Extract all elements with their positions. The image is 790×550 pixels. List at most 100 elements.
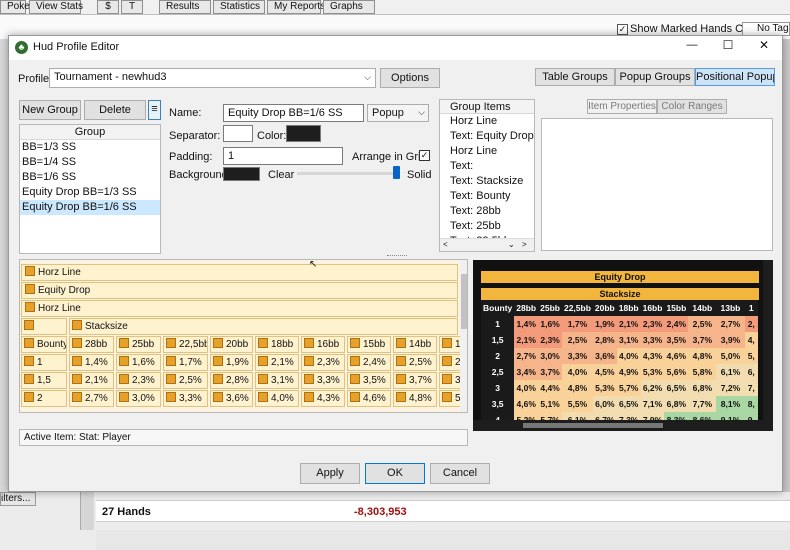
type-select[interactable]: Popup ⌵ [367, 104, 429, 122]
group-item[interactable]: Text: 28bb [440, 204, 534, 219]
tab-item-properties[interactable]: Item Properties [587, 99, 657, 114]
grid-value-cell[interactable]: 1,4% [69, 354, 114, 371]
grid-value-cell[interactable]: 2,8% [210, 372, 253, 389]
splitter-handle[interactable] [387, 255, 407, 257]
scroll-left-icon[interactable]: < [443, 240, 448, 249]
group-list-item[interactable]: BB=1/4 SS [20, 155, 160, 170]
grid-value-cell[interactable]: 4,6% [347, 390, 391, 407]
group-item[interactable]: Text: Stacksize [440, 174, 534, 189]
grid-header-cell[interactable]: Bounty [21, 336, 67, 353]
group-list-item[interactable]: Equity Drop BB=1/3 SS [20, 185, 160, 200]
grid-row-horz-line[interactable]: Horz Line [21, 264, 458, 281]
grid-value-cell[interactable]: 2,1% [69, 372, 114, 389]
grid-value-cell[interactable]: 2,3% [301, 354, 345, 371]
grid-value-cell[interactable]: 1,7% [163, 354, 208, 371]
grid-value-cell[interactable]: 3,1% [255, 372, 299, 389]
preview-hscroll-thumb[interactable] [523, 423, 663, 428]
grid-value-cell[interactable]: 2,5% [163, 372, 208, 389]
tab-statistics[interactable]: Statistics [213, 0, 265, 14]
no-tags-filter[interactable]: No Tags [742, 22, 790, 36]
group-item[interactable]: Text: Bounty [440, 189, 534, 204]
minimize-button[interactable]: — [681, 39, 703, 55]
background-swatch[interactable] [223, 167, 260, 181]
grid-cell-stacksize[interactable]: Stacksize [69, 318, 458, 335]
grid-value-cell[interactable]: 1 [21, 354, 67, 371]
group-list-item[interactable]: BB=1/3 SS [20, 140, 160, 155]
group-items-hscroll[interactable]: < ⌄ > [440, 238, 534, 251]
grid-value-cell[interactable]: 2 [21, 390, 67, 407]
cancel-button[interactable]: Cancel [430, 463, 490, 484]
grid-value-cell[interactable]: 3,3% [301, 372, 345, 389]
grid-header-cell[interactable]: 25bb [116, 336, 161, 353]
grid-vscroll-thumb[interactable] [461, 274, 467, 329]
separator-swatch[interactable] [223, 125, 253, 142]
apply-button[interactable]: Apply [300, 463, 360, 484]
grid-header-cell[interactable]: 15bb [347, 336, 391, 353]
close-button[interactable]: ✕ [753, 38, 775, 54]
tab-dollar[interactable]: $ [97, 0, 119, 14]
grid-header-cell[interactable]: 28bb [69, 336, 114, 353]
grid-value-cell[interactable]: 1,5 [21, 372, 67, 389]
grid-value-cell[interactable]: 3,0% [116, 390, 161, 407]
ok-button[interactable]: OK [365, 463, 425, 484]
grid-value-cell[interactable]: 4,8% [393, 390, 437, 407]
show-marked-checkbox[interactable]: ✓ [617, 24, 628, 35]
options-button[interactable]: Options [380, 68, 440, 88]
grid-header-cell[interactable]: 20bb [210, 336, 253, 353]
grid-row-equity-drop[interactable]: Equity Drop [21, 282, 458, 299]
tab-color-ranges[interactable]: Color Ranges [657, 99, 727, 114]
color-swatch[interactable] [286, 125, 321, 142]
group-menu-icon[interactable]: ≡ [148, 100, 161, 120]
maximize-button[interactable]: ☐ [717, 38, 739, 54]
tab-my-reports[interactable]: My Reports [267, 0, 325, 14]
group-item[interactable]: Text: 25bb [440, 219, 534, 234]
grid-value-cell[interactable]: 2,5% [393, 354, 437, 371]
delete-group-button[interactable]: Delete [84, 100, 146, 120]
grid-value-cell[interactable]: 1,6% [116, 354, 161, 371]
grid-value-cell[interactable]: 2,7% [69, 390, 114, 407]
tab-popup-groups[interactable]: Popup Groups [615, 68, 695, 86]
group-list-item-selected[interactable]: Equity Drop BB=1/6 SS [20, 200, 160, 215]
background-scrollbar[interactable] [80, 492, 94, 530]
grid-value-cell[interactable]: 3,7% [393, 372, 437, 389]
grid-value-cell[interactable]: 1,9% [210, 354, 253, 371]
grid-header-cell[interactable]: 18bb [255, 336, 299, 353]
padding-input[interactable]: 1 [223, 147, 343, 165]
grid-header-cell[interactable]: 22,5bb [163, 336, 208, 353]
grid-header-cell[interactable]: 14bb [393, 336, 437, 353]
filters-button[interactable]: ilters... [0, 492, 36, 506]
grid-value-cell[interactable]: 3,5% [347, 372, 391, 389]
preview-vscroll[interactable] [763, 260, 773, 431]
tab-graphs[interactable]: Graphs [323, 0, 375, 14]
preview-hscroll[interactable] [473, 420, 763, 431]
name-input[interactable]: Equity Drop BB=1/6 SS [223, 104, 364, 122]
grid-value-cell[interactable]: 4,3% [301, 390, 345, 407]
tab-positional-popups[interactable]: Positional Popups [695, 68, 775, 86]
group-item[interactable]: Text: Equity Drop [440, 129, 534, 144]
grid-value-cell[interactable]: 4,0% [255, 390, 299, 407]
grid-value-cell[interactable]: 3,3% [163, 390, 208, 407]
opacity-slider-track[interactable] [297, 172, 397, 175]
group-item[interactable]: Text: [440, 159, 534, 174]
grid-value-cell[interactable]: 2,1% [255, 354, 299, 371]
group-item[interactable]: Horz Line [440, 114, 534, 129]
arrange-checkbox[interactable]: ✓ [419, 150, 430, 161]
grid-vscroll[interactable] [460, 260, 467, 412]
grid-row-horz-line-2[interactable]: Horz Line [21, 300, 458, 317]
opacity-slider-thumb[interactable] [393, 166, 400, 179]
scroll-down-icon[interactable]: ⌄ [508, 240, 515, 249]
grid-cell-empty[interactable] [21, 318, 67, 335]
new-group-button[interactable]: New Group [19, 100, 81, 120]
profile-select[interactable]: Tournament - newhud3 ⌵ [49, 68, 376, 88]
tab-view-stats[interactable]: View Stats [29, 0, 83, 14]
tab-table-groups[interactable]: Table Groups [535, 68, 615, 86]
scroll-right-icon[interactable]: > [522, 240, 527, 249]
grid-value-cell[interactable]: 2,3% [116, 372, 161, 389]
tab-results[interactable]: Results [159, 0, 211, 14]
tab-tournament[interactable]: T [121, 0, 143, 14]
grid-value-cell[interactable]: 2,4% [347, 354, 391, 371]
grid-header-cell[interactable]: 16bb [301, 336, 345, 353]
group-item[interactable]: Horz Line [440, 144, 534, 159]
group-list-item[interactable]: BB=1/6 SS [20, 170, 160, 185]
grid-value-cell[interactable]: 3,6% [210, 390, 253, 407]
